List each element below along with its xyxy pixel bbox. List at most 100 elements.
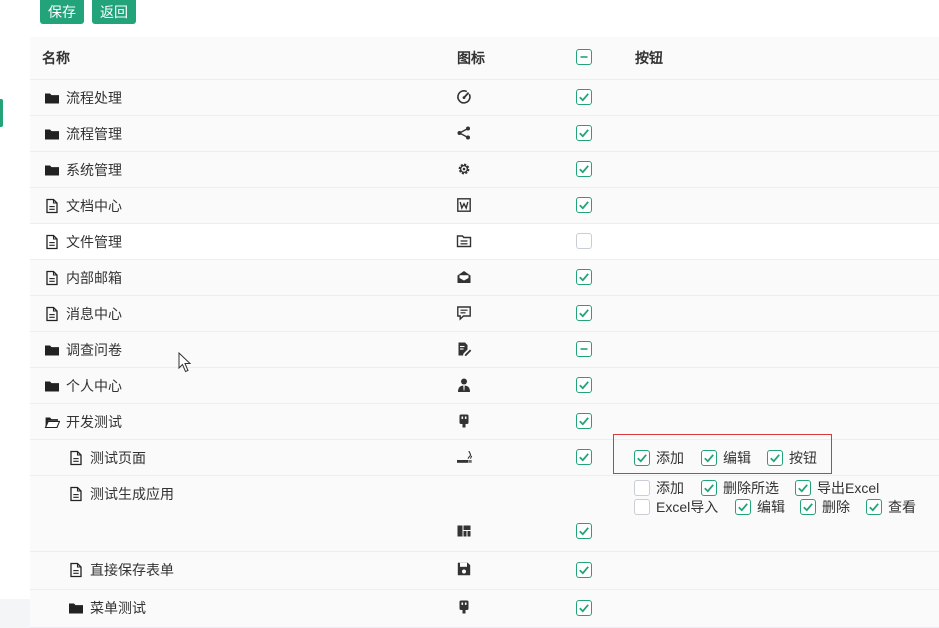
row-label: 文件管理 [66, 233, 122, 250]
table-row: 流程处理 [30, 80, 939, 116]
button-permission-buttons-generated-app-0-label[interactable]: 添加 [634, 478, 684, 498]
file-icon[interactable] [68, 562, 90, 578]
button-permission-checkbox[interactable] [634, 450, 650, 466]
row-label: 直接保存表单 [90, 561, 174, 578]
sidebar-active-marker [0, 99, 3, 127]
header-name: 名称 [42, 50, 70, 66]
button-permission-buttons-test-page-1-label[interactable]: 编辑 [701, 448, 751, 468]
row-label: 菜单测试 [90, 599, 146, 616]
user-icon [456, 377, 472, 393]
button-permission-buttons-generated-app-5-label[interactable]: 删除 [800, 497, 850, 517]
table-row: 文档中心 [30, 188, 939, 224]
header-select-all-checkbox[interactable] [576, 49, 592, 65]
row-name-cell: 文档中心 [44, 188, 122, 223]
table-row: 内部邮箱 [30, 260, 939, 296]
row-checkbox[interactable] [576, 449, 592, 465]
file-icon[interactable] [44, 270, 66, 286]
row-checkbox[interactable] [576, 341, 592, 357]
row-checkbox[interactable] [576, 305, 592, 321]
row-label: 系统管理 [66, 161, 122, 178]
row-label: 测试生成应用 [90, 485, 174, 502]
button-permission-checkbox[interactable] [795, 480, 811, 496]
button-permission-buttons-generated-app-6-label[interactable]: 查看 [866, 497, 916, 517]
row-checkbox[interactable] [576, 197, 592, 213]
row-checkbox[interactable] [576, 377, 592, 393]
file-edit-icon [456, 341, 472, 357]
button-permission-buttons-generated-app-4-label[interactable]: 编辑 [735, 497, 785, 517]
button-permission-buttons-generated-app-3-label[interactable]: Excel导入 [634, 497, 718, 517]
button-permission-buttons-generated-app-1-label[interactable]: 删除所选 [701, 478, 779, 498]
button-permission-label: 按钮 [789, 450, 817, 466]
mail-open-icon [456, 269, 472, 285]
row-name-cell: 系统管理 [44, 152, 122, 187]
table-row: 测试生成应用 添加 删除所选 导出Excel Excel导入 编辑 删除 查看 [30, 476, 939, 552]
button-permission-checkbox[interactable] [866, 499, 882, 515]
folder-icon[interactable] [44, 162, 66, 178]
share-nodes-icon [456, 125, 472, 141]
folder-icon[interactable] [44, 126, 66, 142]
row-label: 测试页面 [90, 449, 146, 466]
dashboard-icon [456, 523, 472, 539]
row-checkbox[interactable] [576, 161, 592, 177]
button-permission-checkbox[interactable] [701, 480, 717, 496]
table-row: 流程管理 [30, 116, 939, 152]
row-label: 调查问卷 [66, 341, 122, 358]
row-name-cell: 流程处理 [44, 80, 122, 115]
usb-icon [456, 413, 472, 429]
button-permission-label: Excel导入 [656, 499, 719, 515]
row-name-cell: 测试生成应用 [68, 476, 174, 511]
folder-icon[interactable] [44, 378, 66, 394]
row-name-cell: 调查问卷 [44, 332, 122, 367]
file-icon[interactable] [68, 486, 90, 502]
row-checkbox[interactable] [576, 600, 592, 616]
button-permission-buttons-test-page-0-label[interactable]: 添加 [634, 448, 684, 468]
file-icon[interactable] [68, 450, 90, 466]
row-name-cell: 直接保存表单 [68, 552, 174, 587]
folder-icon[interactable] [68, 600, 90, 616]
row-checkbox[interactable] [576, 523, 592, 539]
row-checkbox[interactable] [576, 413, 592, 429]
word-icon [456, 197, 472, 213]
row-checkbox[interactable] [576, 233, 592, 249]
file-icon[interactable] [44, 234, 66, 250]
usb-icon [456, 599, 472, 615]
folder-icon[interactable] [44, 342, 66, 358]
table-row: 系统管理 [30, 152, 939, 188]
file-icon[interactable] [44, 198, 66, 214]
button-permission-label: 删除所选 [723, 480, 779, 496]
header-icon: 图标 [457, 50, 485, 66]
button-permission-buttons-generated-app-2-label[interactable]: 导出Excel [795, 478, 879, 498]
button-permission-checkbox[interactable] [701, 450, 717, 466]
folder-icon[interactable] [44, 90, 66, 106]
button-permission-label: 导出Excel [817, 480, 880, 496]
file-icon[interactable] [44, 306, 66, 322]
table-row: 文件管理 [30, 224, 939, 260]
row-name-cell: 开发测试 [44, 404, 122, 439]
button-permission-label: 编辑 [723, 450, 751, 466]
row-checkbox[interactable] [576, 125, 592, 141]
save-button[interactable]: 保存 [40, 0, 84, 24]
button-permission-checkbox[interactable] [800, 499, 816, 515]
row-label: 个人中心 [66, 377, 122, 394]
folder-open-icon[interactable] [44, 414, 66, 430]
button-permission-label: 添加 [656, 480, 684, 496]
button-permission-label: 删除 [822, 499, 850, 515]
row-checkbox[interactable] [576, 89, 592, 105]
button-permission-buttons-test-page-2-label[interactable]: 按钮 [767, 448, 817, 468]
button-permission-checkbox[interactable] [735, 499, 751, 515]
row-name-cell: 内部邮箱 [44, 260, 122, 295]
button-permission-checkbox[interactable] [634, 480, 650, 496]
back-button[interactable]: 返回 [92, 0, 136, 24]
row-checkbox[interactable] [576, 562, 592, 578]
button-permission-checkbox[interactable] [767, 450, 783, 466]
row-checkbox[interactable] [576, 269, 592, 285]
button-permission-label: 编辑 [757, 499, 785, 515]
smoking-icon [456, 449, 473, 465]
save-icon [456, 561, 472, 577]
row-name-cell: 流程管理 [44, 116, 122, 151]
button-permission-checkbox[interactable] [634, 499, 650, 515]
row-name-cell: 菜单测试 [68, 590, 146, 625]
gear-icon [456, 161, 472, 177]
header-button: 按钮 [635, 50, 663, 66]
toolbar: 保存 返回 [40, 0, 136, 24]
